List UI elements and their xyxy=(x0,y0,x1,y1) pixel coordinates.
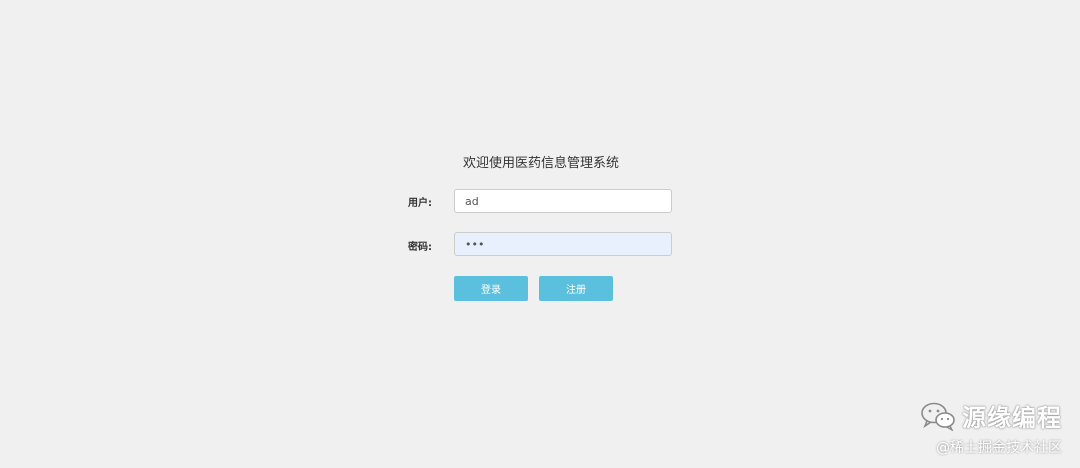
watermark-header: 源缘编程 xyxy=(920,398,1062,433)
login-button[interactable]: 登录 xyxy=(454,276,528,301)
wechat-icon xyxy=(921,402,955,431)
watermark-source: @稀土掘金技术社区 xyxy=(936,440,1062,456)
password-input[interactable] xyxy=(454,232,672,256)
password-label: 密码: xyxy=(408,242,432,253)
username-input[interactable] xyxy=(454,189,672,213)
register-button[interactable]: 注册 xyxy=(539,276,613,301)
username-label: 用户: xyxy=(408,198,432,209)
page-title: 欢迎使用医药信息管理系统 xyxy=(463,156,620,171)
watermark: 源缘编程 @稀土掘金技术社区 xyxy=(920,398,1062,457)
watermark-name: 源缘编程 xyxy=(962,404,1062,432)
